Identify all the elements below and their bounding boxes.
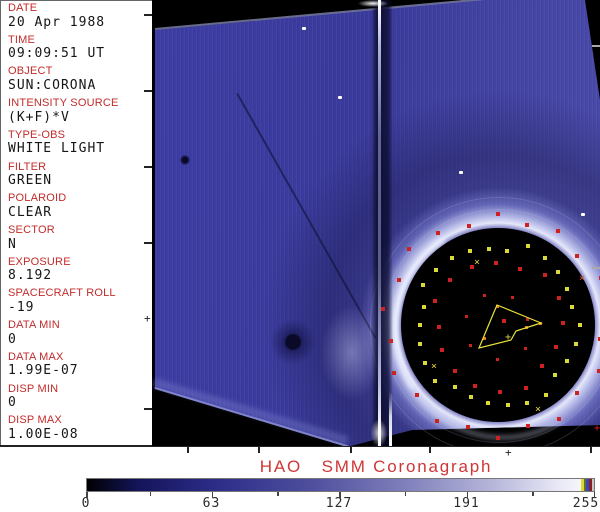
- field-label: DISP MAX: [8, 414, 62, 427]
- colorbar-tick: [339, 492, 341, 498]
- field-value: SUN:CORONA: [8, 77, 97, 93]
- field-value: (K+F)*V: [8, 109, 70, 125]
- field-value: 09:09:51 UT: [8, 46, 106, 62]
- field-value: 8.192: [8, 268, 53, 284]
- colorbar-tick: [211, 492, 213, 498]
- field-exposure: EXPOSURE 8.192: [1, 255, 151, 287]
- field-sector: SECTOR N: [1, 223, 151, 255]
- edge-plus-mark: +: [505, 446, 512, 459]
- colorbar-tick: [466, 492, 468, 498]
- field-value: 0: [8, 331, 17, 347]
- colorbar-minor-tick: [277, 492, 279, 496]
- field-value: 1.99E-07: [8, 363, 79, 379]
- colorbar-tick-label: 127: [325, 496, 353, 511]
- field-label: FILTER: [8, 160, 47, 173]
- field-data-max: DATA MAX 1.99E-07: [1, 350, 151, 382]
- colorbar-tick: [593, 492, 595, 498]
- edge-plus-mark: +: [144, 312, 151, 325]
- edge-tick: [144, 242, 152, 244]
- field-spacecraft-roll: SPACECRAFT ROLL -19: [1, 286, 151, 318]
- colorbar-minor-tick: [149, 492, 152, 496]
- field-value: 20 Apr 1988: [8, 14, 106, 30]
- field-label: DATE: [8, 2, 38, 14]
- colorbar-tick-label: 255: [572, 496, 600, 511]
- colorbar-tick-label: 191: [453, 496, 480, 511]
- fiducial-polygon: [477, 304, 543, 349]
- field-object: OBJECT SUN:CORONA: [1, 64, 151, 96]
- field-value: WHITE LIGHT: [8, 141, 106, 157]
- edge-tick: [350, 446, 352, 453]
- edge-tick: [187, 446, 189, 453]
- smm-coronagraph-viewer: DATE 20 Apr 1988 TIME 09:09:51 UT OBJECT…: [0, 0, 600, 512]
- colorbar-end-stripe: [592, 479, 594, 491]
- colorbar-tick: [86, 492, 88, 498]
- edge-tick: [592, 45, 600, 47]
- field-value: CLEAR: [8, 204, 53, 220]
- field-intensity-source: INTENSITY SOURCE (K+F)*V: [1, 96, 151, 128]
- field-filter: FILTER GREEN: [1, 160, 151, 192]
- edge-tick: [144, 14, 152, 16]
- colorbar-tick-label: 0: [81, 496, 91, 511]
- field-label: DATA MIN: [8, 319, 60, 332]
- field-value: 1.00E-08: [8, 426, 79, 442]
- field-label: TIME: [8, 33, 36, 46]
- field-type-obs: TYPE-OBS WHITE LIGHT: [1, 128, 151, 160]
- image-title: HAO SMM Coronagraph: [259, 457, 493, 476]
- field-label: OBJECT: [8, 65, 53, 78]
- field-value: 0: [8, 395, 17, 411]
- field-polaroid: POLAROID CLEAR: [1, 191, 151, 223]
- field-data-min: DATA MIN 0: [1, 318, 151, 350]
- field-value: -19: [8, 300, 35, 316]
- field-value: GREEN: [8, 173, 53, 189]
- intensity-colorbar: [86, 478, 595, 492]
- metadata-sidebar: DATE 20 Apr 1988 TIME 09:09:51 UT OBJECT…: [1, 1, 151, 445]
- field-label: DISP MIN: [8, 382, 59, 395]
- fiducial-polygon-overlay: [477, 304, 543, 349]
- field-label: SECTOR: [8, 224, 55, 237]
- colorbar-minor-tick: [532, 492, 534, 496]
- field-time: TIME 09:09:51 UT: [1, 33, 151, 65]
- field-date: DATE 20 Apr 1988: [1, 1, 151, 33]
- field-disp-min: DISP MIN 0: [1, 382, 151, 414]
- field-label: EXPOSURE: [8, 255, 71, 268]
- coronagraph-image: × × × × + +: [152, 0, 600, 446]
- field-label: INTENSITY SOURCE: [8, 97, 119, 110]
- field-disp-max: DISP MAX 1.00E-08: [1, 413, 151, 445]
- edge-tick: [258, 446, 260, 453]
- field-value: N: [8, 236, 17, 252]
- field-label: SPACECRAFT ROLL: [8, 287, 116, 300]
- edge-tick: [144, 90, 152, 92]
- edge-tick: [590, 446, 592, 453]
- colorbar-minor-tick: [404, 492, 407, 496]
- edge-tick: [144, 166, 152, 168]
- field-label: POLAROID: [8, 192, 67, 205]
- edge-tick: [144, 408, 152, 410]
- field-label: DATA MAX: [8, 350, 64, 363]
- edge-tick: [592, 267, 600, 269]
- field-label: TYPE-OBS: [8, 128, 66, 141]
- edge-tick: [429, 446, 431, 453]
- colorbar-tick-label: 63: [202, 496, 221, 511]
